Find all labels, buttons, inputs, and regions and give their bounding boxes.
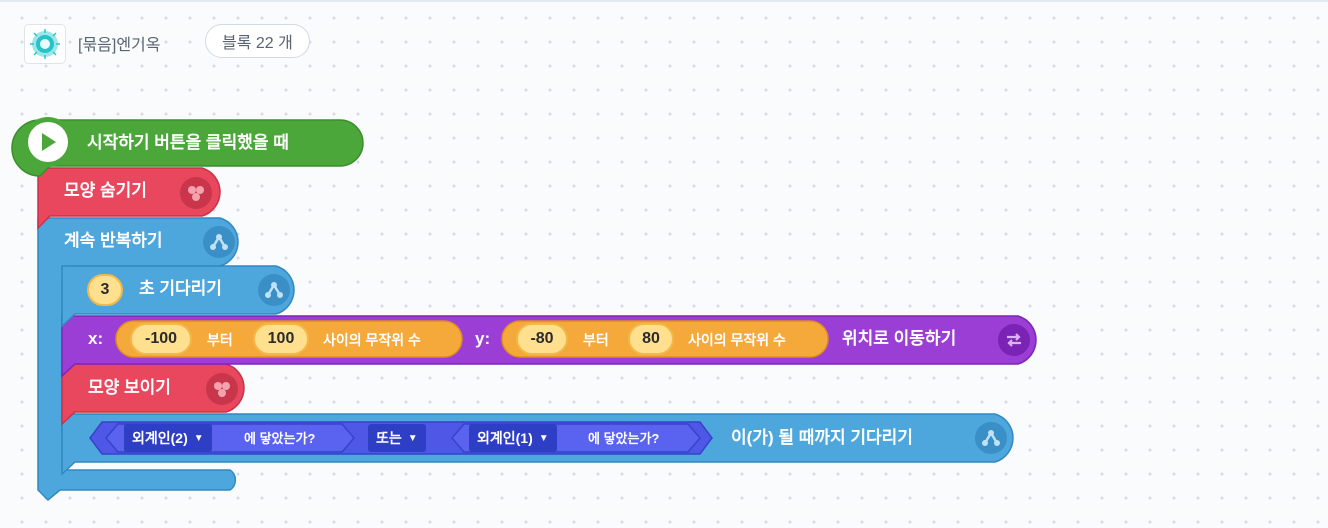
move-to-label: 위치로 이동하기 (842, 329, 957, 348)
touch-1-label: 에 닿았는가? (244, 431, 316, 446)
operator-value: 또는 (376, 430, 402, 446)
caret-down-icon: ▼ (407, 432, 418, 444)
y-to-input[interactable]: 80 (628, 323, 674, 355)
when-start-label: 시작하기 버튼을 클릭했을 때 (87, 133, 289, 152)
x-to-input[interactable]: 100 (253, 323, 309, 355)
y-to-value: 80 (642, 330, 660, 347)
flow-icon (203, 226, 235, 258)
hide-label: 모양 숨기기 (64, 181, 147, 200)
x-to-value: 100 (267, 330, 295, 347)
operator-dropdown[interactable]: 또는 ▼ (368, 424, 426, 452)
touch-target-2-dropdown[interactable]: 외계인(1) ▼ (469, 424, 557, 452)
wait-seconds-input[interactable]: 3 (87, 274, 123, 306)
x-from-value: -100 (144, 330, 178, 347)
y-between-label: 부터 (583, 332, 609, 348)
x-between-label: 부터 (207, 332, 233, 348)
touch-target-1-dropdown[interactable]: 외계인(2) ▼ (124, 424, 212, 452)
touch-target-1-value: 외계인(2) (132, 430, 188, 446)
move-x-label: x: (88, 329, 104, 348)
move-icon (998, 324, 1030, 356)
y-from-value: -80 (530, 330, 554, 347)
flow-icon (258, 274, 290, 306)
looks-icon (206, 373, 238, 405)
play-icon (42, 133, 56, 151)
looks-icon (180, 177, 212, 209)
move-y-label: y: (475, 329, 491, 348)
caret-down-icon: ▼ (538, 432, 549, 444)
wait-seconds-value: 3 (100, 281, 110, 298)
repeat-forever-label: 계속 반복하기 (64, 231, 163, 250)
start-icon-inner (28, 122, 68, 162)
touch-2-label: 에 닿았는가? (588, 431, 660, 446)
wait-until-label: 이(가) 될 때까지 기다리기 (731, 428, 913, 447)
touch-target-2-value: 외계인(1) (477, 430, 533, 446)
caret-down-icon: ▼ (193, 432, 204, 444)
start-icon-badge (23, 117, 73, 167)
y-random-label: 사이의 무작위 수 (688, 332, 786, 348)
y-from-input[interactable]: -80 (516, 323, 568, 355)
wait-label: 초 기다리기 (139, 279, 222, 298)
show-label: 모양 보이기 (88, 378, 171, 397)
x-from-input[interactable]: -100 (130, 323, 192, 355)
x-random-label: 사이의 무작위 수 (323, 332, 421, 348)
flow-icon (975, 422, 1007, 454)
